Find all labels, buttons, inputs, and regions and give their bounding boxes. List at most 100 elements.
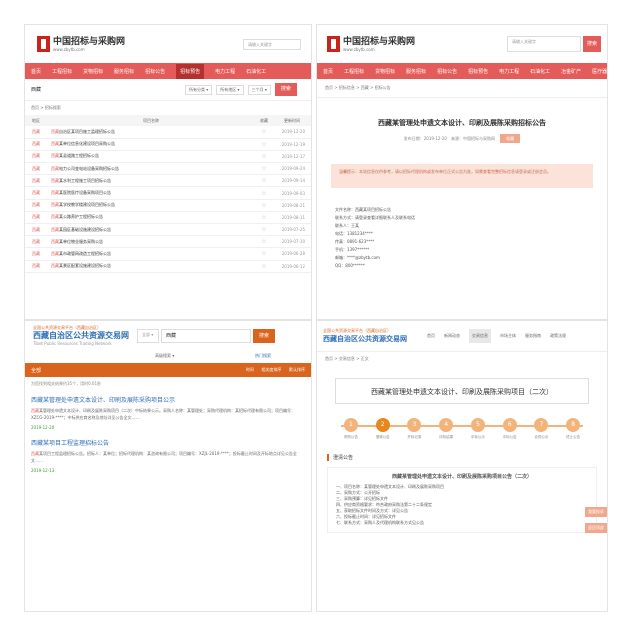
favorite-star-icon[interactable]: ☆ — [255, 211, 273, 225]
header-search-button[interactable]: 搜索 — [583, 36, 601, 52]
table-row[interactable]: 西藏 西藏某医院医疗设备采购项目公告 ☆ 2019-09-03 — [25, 186, 311, 200]
process-step[interactable]: 5 中标公示 — [462, 418, 494, 440]
table-row[interactable]: 西藏 西藏某园区基础设施建设招标公告 ☆ 2019-07-25 — [25, 223, 311, 237]
row-title[interactable]: 西藏某市政管网改造工程招标公告 — [47, 247, 255, 261]
table-row[interactable]: 西藏 西藏某学校教学楼建设项目招标公告 ☆ 2019-08-21 — [25, 199, 311, 212]
header-search-input[interactable]: 请输入关键字 — [243, 38, 301, 50]
favorite-star-icon[interactable]: ☆ — [255, 186, 273, 200]
category-select[interactable]: 所有分类 ▾ — [185, 84, 213, 95]
process-step[interactable]: 3 开标记录 — [399, 418, 431, 440]
row-date: 2019-08-11 — [273, 211, 311, 225]
hot-search-link[interactable]: 热门搜索 — [255, 353, 271, 359]
site-logo[interactable]: 中国招标与采购网 www.zbytb.com — [327, 36, 415, 52]
favorite-star-icon[interactable]: ☆ — [255, 223, 273, 237]
table-row[interactable]: 西藏 西藏某公路养护工程招标公告 ☆ 2019-08-11 — [25, 211, 311, 225]
process-step[interactable]: 8 终止公告 — [557, 418, 589, 440]
nav-tab[interactable]: 政策法规 — [550, 333, 566, 339]
search-button[interactable]: 搜索 — [253, 329, 275, 343]
row-title[interactable]: 西藏某公路养护工程招标公告 — [47, 211, 255, 225]
favorite-star-icon[interactable]: ☆ — [255, 235, 273, 249]
nav-item[interactable]: 招标公告 — [145, 68, 165, 75]
nav-tab[interactable]: 新闻动态 — [444, 333, 460, 339]
scope-select[interactable]: 全部 ▾ — [137, 329, 159, 343]
favorite-star-icon[interactable]: ☆ — [255, 138, 273, 151]
nav-item[interactable]: 服务招标 — [406, 68, 426, 75]
nav-tab[interactable]: 首页 — [427, 333, 435, 339]
nav-item[interactable]: 招标预告 — [176, 63, 205, 79]
nav-item[interactable]: 招标公告 — [437, 68, 457, 75]
search-input[interactable]: 西藏 — [161, 329, 251, 343]
site-logo[interactable]: 全国公共资源交易平台（西藏自治区） 西藏自治区公共资源交易网 — [323, 328, 419, 344]
complaint-button[interactable]: 我要投诉 — [585, 507, 607, 517]
site-logo[interactable]: 全国公共资源交易平台（西藏自治区） 西藏自治区公共资源交易网 Tibet Pub… — [33, 325, 129, 347]
row-title[interactable]: 西藏自治区某项目施工监理招标公告 — [47, 126, 255, 139]
contact-line: 电话：1381234**** — [335, 231, 373, 236]
back-to-top-button[interactable]: 返回顶部 — [585, 523, 607, 533]
nav-item[interactable]: 工程招标 — [344, 68, 364, 75]
sort-options: 时间 相关度排序 默认排序 — [240, 367, 305, 373]
nav-item[interactable]: 石油化工 — [246, 68, 266, 75]
process-step[interactable]: 2 澄清公告 — [367, 418, 399, 440]
nav-tab[interactable]: 服务指南 — [525, 333, 541, 339]
nav-item[interactable]: 电力工程 — [215, 68, 235, 75]
nav-tab[interactable]: 市场主体 — [500, 333, 516, 339]
favorite-button[interactable]: 收藏 — [500, 134, 521, 143]
row-title[interactable]: 西藏某景区配套设施建设招标公告 — [47, 260, 255, 273]
row-title[interactable]: 西藏某单位信息化建设项目采购公告 — [47, 138, 255, 151]
nav-item[interactable]: 石油化工 — [530, 68, 550, 75]
favorite-star-icon[interactable]: ☆ — [255, 174, 273, 188]
row-title[interactable]: 西藏某园区基础设施建设招标公告 — [47, 223, 255, 237]
nav-item[interactable]: 电力工程 — [499, 68, 519, 75]
nav-item[interactable]: 首页 — [323, 68, 333, 75]
row-title[interactable]: 西藏某县道路工程招标公告 — [47, 150, 255, 164]
process-step[interactable]: 4 评标结果 — [430, 418, 462, 440]
process-step[interactable]: 7 合同公示 — [526, 418, 558, 440]
search-sub-links: 高级搜索 ▾ 热门搜索 — [25, 351, 311, 363]
table-row[interactable]: 西藏 西藏某县道路工程招标公告 ☆ 2019-12-17 — [25, 150, 311, 164]
favorite-star-icon[interactable]: ☆ — [255, 260, 273, 273]
nav-tab[interactable]: 交易信息 — [469, 329, 491, 343]
keyword-input[interactable]: 西藏 — [31, 86, 181, 93]
nav-item[interactable]: 招标预告 — [468, 68, 488, 75]
site-logo[interactable]: 中国招标与采购网 www.zbytb.com — [37, 36, 125, 52]
row-title[interactable]: 西藏电力公司变电站设备采购招标公告 — [47, 162, 255, 176]
process-step[interactable]: 6 中标公告 — [494, 418, 526, 440]
table-row[interactable]: 西藏 西藏某市政管网改造工程招标公告 ☆ 2019-06-28 — [25, 247, 311, 261]
nav-item[interactable]: 医疗器械 — [592, 68, 607, 75]
favorite-star-icon[interactable]: ☆ — [255, 199, 273, 212]
nav-item[interactable]: 首页 — [31, 68, 41, 75]
sort-default[interactable]: 默认排序 — [289, 367, 305, 372]
favorite-star-icon[interactable]: ☆ — [255, 126, 273, 139]
nav-item[interactable]: 工程招标 — [52, 68, 72, 75]
header-search-input[interactable]: 请输入关键字 — [507, 36, 581, 52]
nav-item[interactable]: 货物招标 — [83, 68, 103, 75]
row-title-text: 某学校教学楼建设项目招标公告 — [59, 202, 115, 208]
table-row[interactable]: 西藏 西藏某单位信息化建设项目采购公告 ☆ 2019-12-19 — [25, 138, 311, 151]
table-row[interactable]: 西藏 西藏某水利工程施工项目招标公告 ☆ 2019-09-14 — [25, 174, 311, 188]
nav-item[interactable]: 货物招标 — [375, 68, 395, 75]
favorite-star-icon[interactable]: ☆ — [255, 150, 273, 164]
row-title[interactable]: 西藏某医院医疗设备采购项目公告 — [47, 186, 255, 200]
table-row[interactable]: 西藏 西藏某景区配套设施建设招标公告 ☆ 2019-06-12 — [25, 260, 311, 273]
table-row[interactable]: 西藏 西藏某单位物业服务采购公告 ☆ 2019-07-10 — [25, 235, 311, 249]
table-row[interactable]: 西藏 西藏电力公司变电站设备采购招标公告 ☆ 2019-09-24 — [25, 162, 311, 176]
advanced-search-link[interactable]: 高级搜索 ▾ — [155, 353, 174, 359]
step-label: 澄清公告 — [375, 435, 390, 439]
row-title[interactable]: 西藏某单位物业服务采购公告 — [47, 235, 255, 249]
region-select[interactable]: 所有地区 ▾ — [216, 84, 244, 95]
result-title[interactable]: 西藏某管理处申遗文本设计、印刷及展陈采购项目公示 — [31, 395, 305, 404]
nav-item[interactable]: 服务招标 — [114, 68, 134, 75]
row-title[interactable]: 西藏某水利工程施工项目招标公告 — [47, 174, 255, 188]
favorite-star-icon[interactable]: ☆ — [255, 247, 273, 261]
search-button[interactable]: 搜索 — [274, 83, 297, 96]
period-select[interactable]: 三个月 ▾ — [247, 84, 271, 95]
result-title[interactable]: 西藏某项目工程监理招标公告 — [31, 438, 305, 447]
row-title[interactable]: 西藏某学校教学楼建设项目招标公告 — [47, 199, 255, 212]
sort-relevance[interactable]: 相关度排序 — [261, 367, 281, 372]
tab-all[interactable]: 全部 — [31, 367, 41, 374]
process-step[interactable]: 1 采购公告 — [335, 418, 367, 440]
sort-time[interactable]: 时间 — [246, 367, 254, 372]
favorite-star-icon[interactable]: ☆ — [255, 162, 273, 176]
nav-item[interactable]: 冶金矿产 — [561, 68, 581, 75]
table-row[interactable]: 西藏 西藏自治区某项目施工监理招标公告 ☆ 2019-12-20 — [25, 126, 311, 139]
